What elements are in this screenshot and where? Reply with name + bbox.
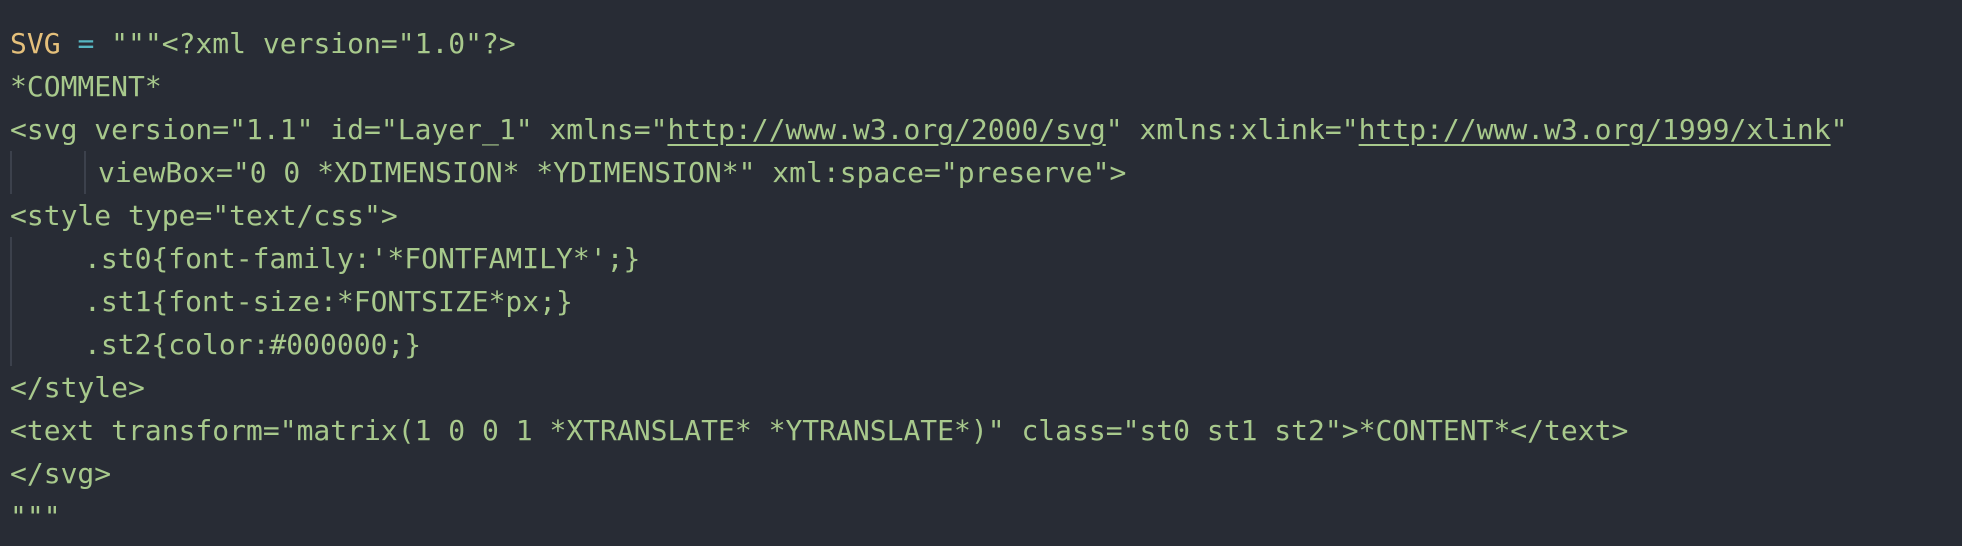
string-literal: <style type="text/css"> xyxy=(10,199,398,232)
indent-guide xyxy=(10,151,12,194)
code-line-5: <style type="text/css"> xyxy=(10,194,1962,237)
code-line-3: <svg version="1.1" id="Layer_1" xmlns="h… xyxy=(10,108,1962,151)
indent-guide xyxy=(10,237,12,280)
code-editor[interactable]: SVG = """<?xml version="1.0"?> *COMMENT*… xyxy=(0,0,1962,546)
string-literal: """<?xml version="1.0"?> xyxy=(94,27,516,60)
string-literal: .st2{color:#000000;} xyxy=(84,328,422,361)
svg-namespace-link[interactable]: http://www.w3.org/2000/svg xyxy=(667,113,1105,146)
code-line-10: <text transform="matrix(1 0 0 1 *XTRANSL… xyxy=(10,409,1962,452)
xlink-namespace-link[interactable]: http://www.w3.org/1999/xlink xyxy=(1359,113,1831,146)
indent-guide xyxy=(10,280,12,323)
code-line-6: .st0{font-family:'*FONTFAMILY*';} xyxy=(10,237,1962,280)
string-literal: """ xyxy=(10,500,61,533)
variable-name: SVG xyxy=(10,27,61,60)
code-line-4: viewBox="0 0 *XDIMENSION* *YDIMENSION*" … xyxy=(10,151,1962,194)
code-line-11: </svg> xyxy=(10,452,1962,495)
code-line-7: .st1{font-size:*FONTSIZE*px;} xyxy=(10,280,1962,323)
string-literal: .st1{font-size:*FONTSIZE*px;} xyxy=(84,285,573,318)
string-literal: .st0{font-family:'*FONTFAMILY*';} xyxy=(84,242,641,275)
string-literal: " xyxy=(1830,113,1848,146)
string-literal: viewBox="0 0 *XDIMENSION* *YDIMENSION*" … xyxy=(98,156,1127,189)
string-literal: *COMMENT* xyxy=(10,70,162,103)
string-literal: <text transform="matrix(1 0 0 1 *XTRANSL… xyxy=(10,414,1629,447)
code-line-12: """ xyxy=(10,495,1962,538)
indent-guide xyxy=(10,323,12,366)
code-line-1: SVG = """<?xml version="1.0"?> xyxy=(10,22,1962,65)
string-literal: <svg version="1.1" id="Layer_1" xmlns=" xyxy=(10,113,668,146)
code-line-8: .st2{color:#000000;} xyxy=(10,323,1962,366)
assignment-operator: = xyxy=(77,27,95,60)
indent-guide xyxy=(84,151,86,194)
string-literal: </svg> xyxy=(10,457,112,490)
code-line-2: *COMMENT* xyxy=(10,65,1962,108)
string-literal: " xmlns:xlink=" xyxy=(1105,113,1359,146)
string-literal: </style> xyxy=(10,371,145,404)
code-line-9: </style> xyxy=(10,366,1962,409)
